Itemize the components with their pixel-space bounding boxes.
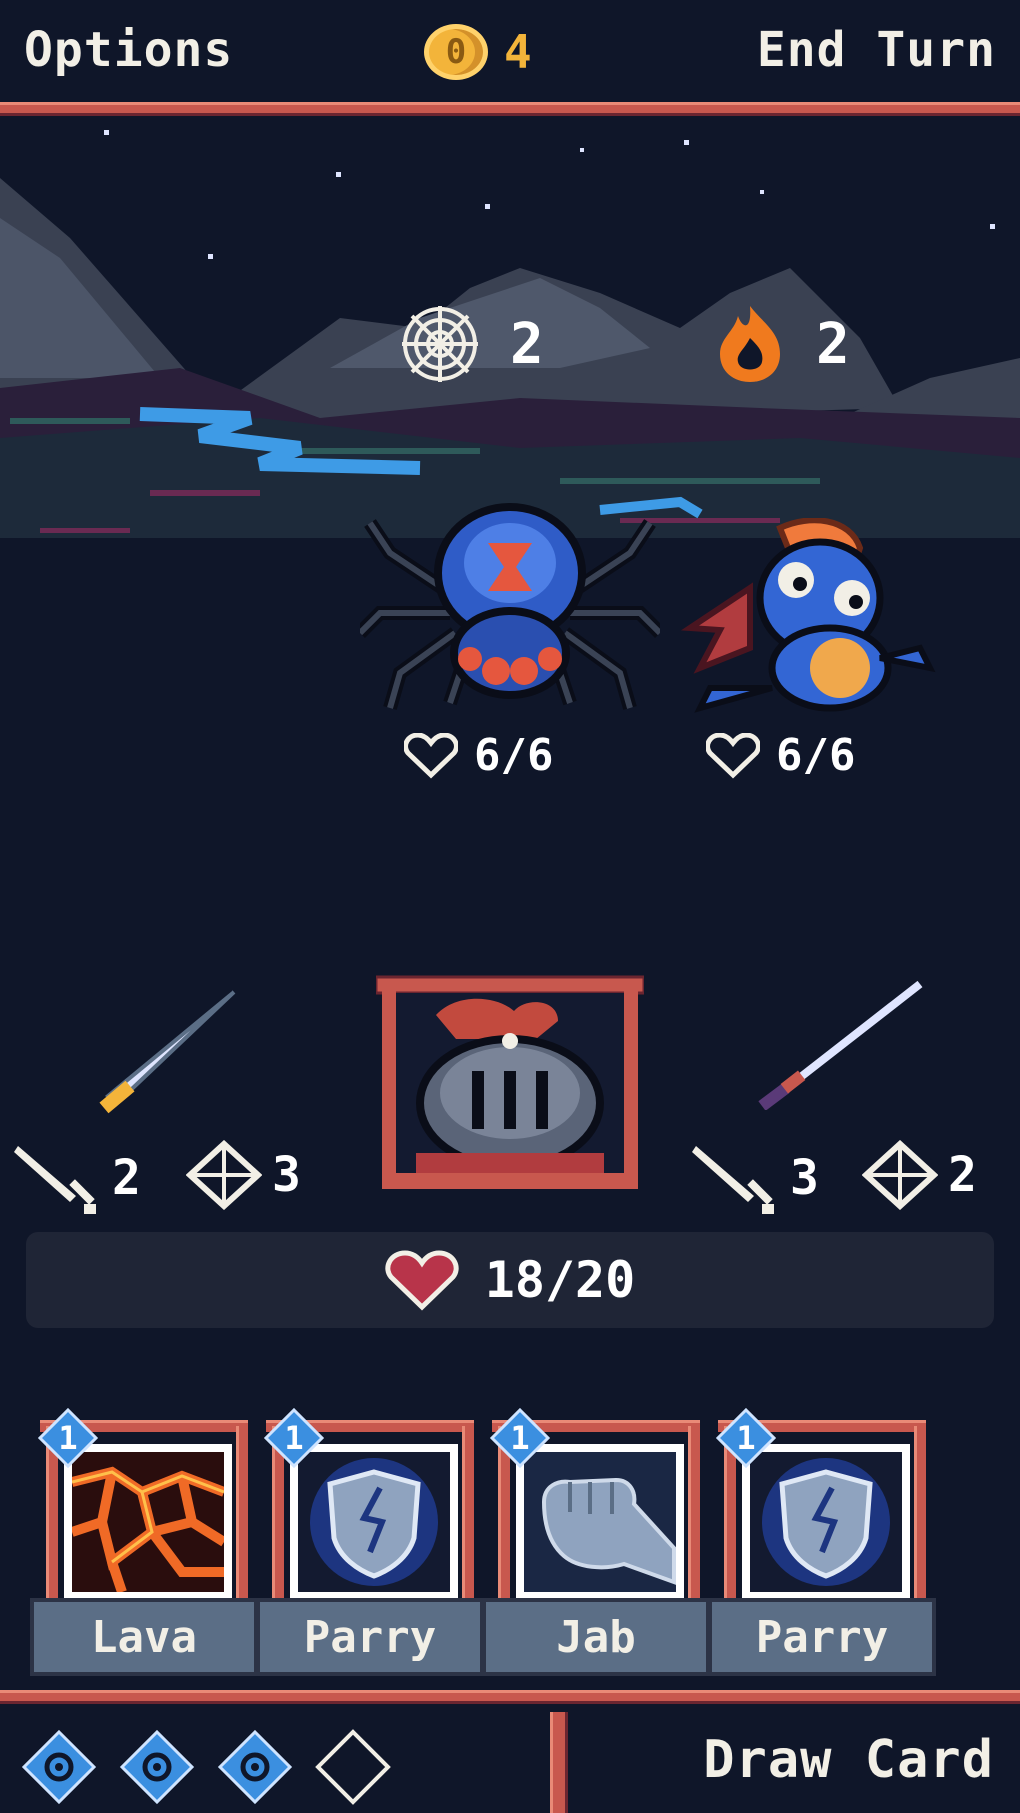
card-jab[interactable]: 1 Jab: [482, 1400, 710, 1680]
energy-filled-icon: [21, 1729, 97, 1805]
card-cost: 1: [264, 1408, 324, 1468]
card-parry[interactable]: 1 Parry: [708, 1400, 936, 1680]
energy-filled-icon: [119, 1729, 195, 1805]
burn-stacks: 2: [816, 311, 850, 377]
options-button[interactable]: Options: [24, 22, 233, 78]
left-attack-value: 2: [112, 1150, 141, 1206]
spider-enemy[interactable]: [360, 483, 660, 713]
right-defense-value: 2: [948, 1147, 977, 1203]
shield-icon: [750, 1452, 902, 1592]
card-parry[interactable]: 1 Parry: [256, 1400, 484, 1680]
left-attack-stat: 2: [12, 1140, 141, 1216]
dragon-enemy[interactable]: [680, 518, 950, 718]
right-attack-value: 3: [790, 1150, 819, 1206]
card-name: Jab: [482, 1598, 710, 1676]
coin-symbol: 0: [445, 32, 467, 72]
fist-icon: [524, 1452, 676, 1592]
bottom-bar-divider: [550, 1712, 568, 1813]
burn-flame-icon: [720, 306, 780, 382]
energy-filled-icon: [217, 1729, 293, 1805]
armor-icon: [186, 1140, 262, 1210]
sword-icon: [14, 1146, 96, 1214]
spider-hp: 6/6: [404, 730, 553, 781]
web-stacks: 2: [510, 311, 544, 377]
sword-icon: [692, 1146, 774, 1214]
spider-hp-value: 6/6: [474, 730, 554, 781]
draw-card-button[interactable]: Draw Card: [703, 1730, 994, 1790]
battle-scene: 2 2 6/6 6/6: [0, 118, 1020, 978]
shield-icon: [298, 1452, 450, 1592]
right-defense-stat: 2: [862, 1140, 977, 1210]
card-name: Lava: [30, 1598, 258, 1676]
burn-status: 2: [712, 302, 850, 386]
knight-helmet-icon: [374, 975, 646, 1189]
heart-icon: [385, 1250, 459, 1311]
card-cost-value: 1: [284, 1419, 304, 1457]
dragon-hp-value: 6/6: [776, 730, 856, 781]
coin-counter: 0 4: [424, 24, 533, 80]
heart-outline-icon: [706, 732, 760, 778]
card-cost: 1: [490, 1408, 550, 1468]
energy-empty-icon: [315, 1729, 391, 1805]
spider-web-icon: [402, 306, 478, 382]
coin-icon: 0: [424, 24, 488, 80]
dragon-hp: 6/6: [706, 730, 855, 781]
top-bar: Options 0 4 End Turn: [0, 0, 1020, 100]
player-hp-bar: 18/20: [26, 1232, 994, 1328]
card-cost: 1: [716, 1408, 776, 1468]
coin-count: 4: [504, 25, 533, 79]
heart-outline-icon: [404, 732, 458, 778]
armor-icon: [862, 1140, 938, 1210]
end-turn-button[interactable]: End Turn: [757, 22, 996, 78]
web-status: 2: [398, 302, 544, 386]
card-cost-value: 1: [736, 1419, 756, 1457]
left-defense-value: 3: [272, 1147, 301, 1203]
left-defense-stat: 3: [186, 1140, 301, 1210]
card-lava[interactable]: 1 Lava: [30, 1400, 258, 1680]
right-attack-stat: 3: [690, 1140, 819, 1216]
player-hp-value: 18/20: [484, 1251, 636, 1309]
bottom-rail-divider: [0, 1690, 1020, 1704]
right-katana-item[interactable]: [756, 980, 926, 1110]
card-cost-value: 1: [58, 1419, 78, 1457]
left-sword-item[interactable]: [96, 986, 246, 1114]
card-cost-value: 1: [510, 1419, 530, 1457]
card-name: Parry: [256, 1598, 484, 1676]
card-name: Parry: [708, 1598, 936, 1676]
lava-icon: [72, 1452, 224, 1592]
hero-portrait[interactable]: [374, 975, 646, 1195]
card-cost: 1: [38, 1408, 98, 1468]
top-rail-divider: [0, 102, 1020, 116]
